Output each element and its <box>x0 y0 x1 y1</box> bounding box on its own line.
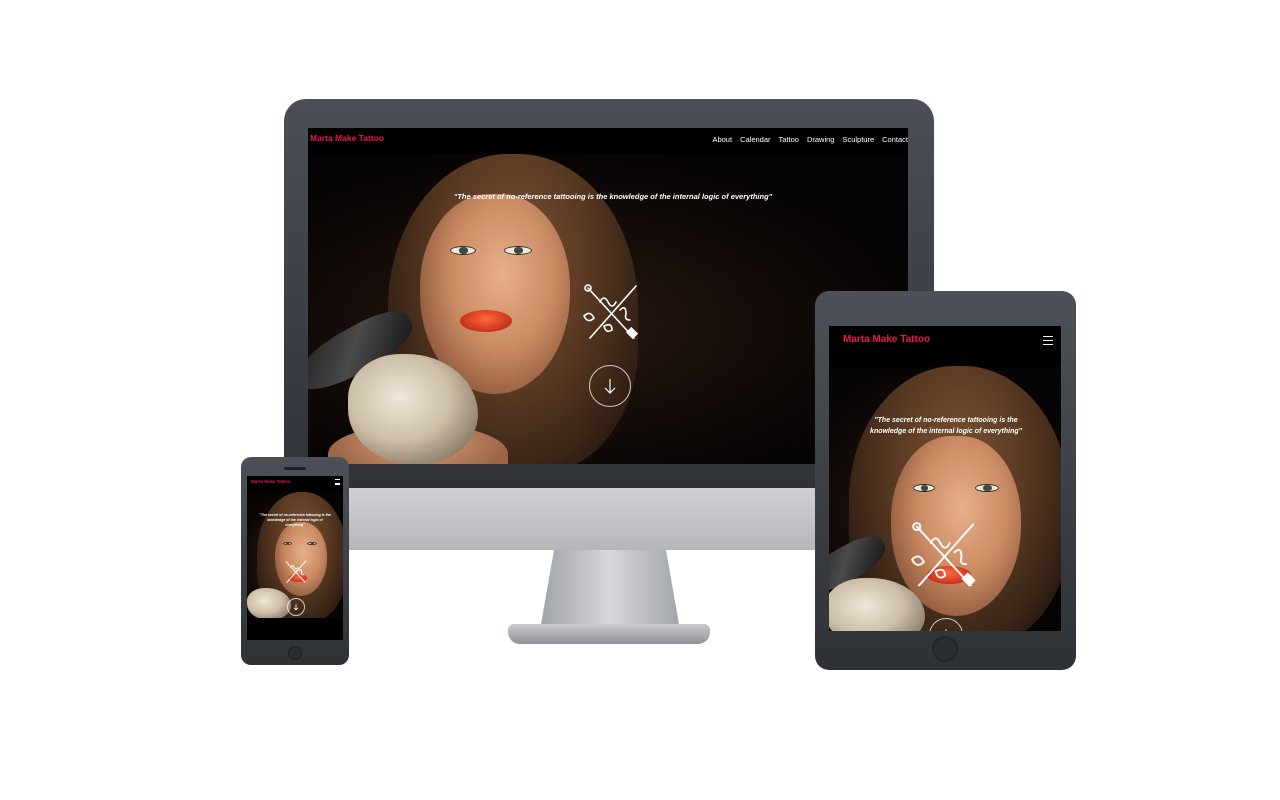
arrow-down-icon <box>604 379 616 394</box>
nav-item-calendar[interactable]: Calendar <box>740 135 770 144</box>
scroll-down-button[interactable] <box>287 598 305 616</box>
top-navbar: Marta Make Tattoo <box>829 326 1061 366</box>
scroll-down-button[interactable] <box>929 618 963 631</box>
phone-screen: Marta Make Tattoo "The secret of no-refe… <box>247 476 343 640</box>
hamburger-menu-icon[interactable] <box>1043 336 1053 345</box>
hero-quote: "The secret of no-reference tattooing is… <box>870 417 1022 435</box>
hamburger-menu-icon[interactable] <box>335 479 340 485</box>
hero-quote: "The secret of no-reference tattooing is… <box>453 192 773 201</box>
phone-speaker <box>284 467 306 470</box>
crossed-needles-logo <box>285 560 307 583</box>
desktop-monitor-stand <box>540 550 680 630</box>
brand-logo[interactable]: Marta Make Tattoo <box>251 479 290 484</box>
nav-item-sculpture[interactable]: Sculpture <box>842 135 874 144</box>
top-navbar: Marta Make Tattoo About Calendar Tattoo … <box>308 128 908 154</box>
scroll-down-button[interactable] <box>589 365 631 407</box>
hero-quote: "The secret of no-reference tattooing is… <box>259 513 331 527</box>
tablet-home-button[interactable] <box>932 636 958 662</box>
phone-home-button[interactable] <box>288 646 302 660</box>
brand-logo[interactable]: Marta Make Tattoo <box>843 334 930 345</box>
nav-item-about[interactable]: About <box>712 135 732 144</box>
nav-item-contact[interactable]: Contact <box>882 135 908 144</box>
nav-menu: About Calendar Tattoo Drawing Sculpture … <box>712 135 908 144</box>
nav-item-drawing[interactable]: Drawing <box>807 135 835 144</box>
tablet-screen: Marta Make Tattoo "The secret of no-refe… <box>829 326 1061 631</box>
crossed-needles-logo <box>583 284 639 340</box>
arrow-down-icon <box>945 629 947 631</box>
arrow-down-icon <box>293 604 299 611</box>
brand-logo[interactable]: Marta Make Tattoo <box>310 133 384 143</box>
crossed-needles-logo <box>911 522 976 587</box>
desktop-monitor-base <box>508 624 710 644</box>
nav-item-tattoo[interactable]: Tattoo <box>779 135 799 144</box>
